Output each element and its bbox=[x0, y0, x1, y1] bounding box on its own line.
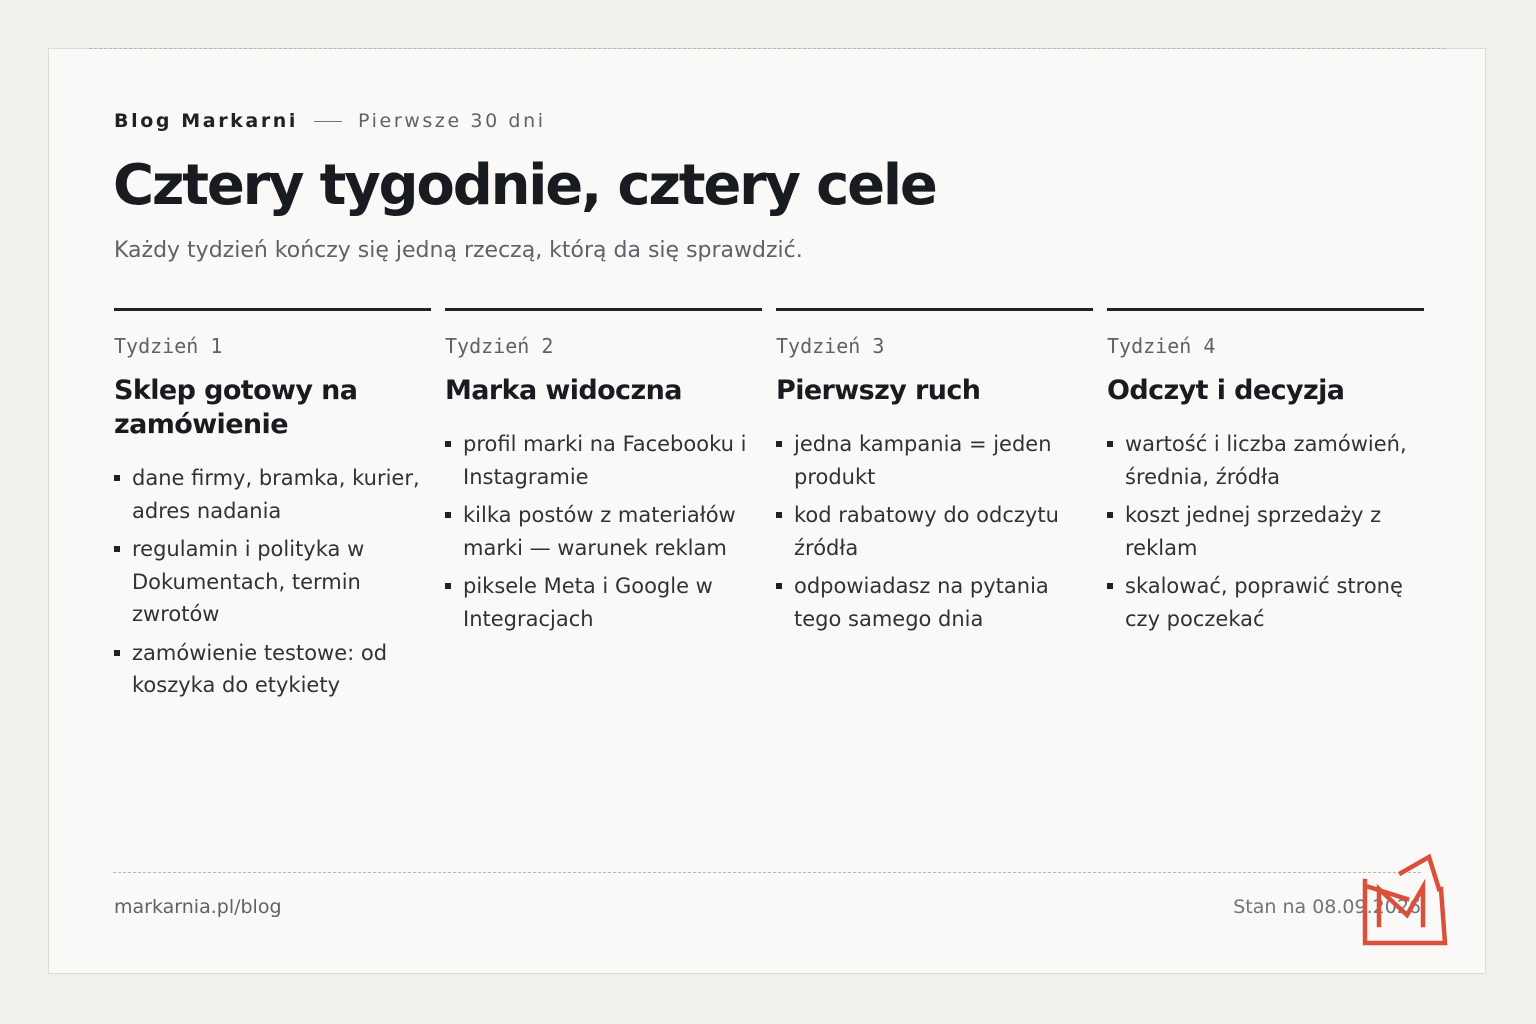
list-item: profil marki na Facebooku i Instagramie bbox=[445, 428, 762, 493]
list-item-text: piksele Meta i Google w Integracjach bbox=[463, 574, 713, 631]
list-item-text: regulamin i polityka w Dokumentach, term… bbox=[132, 537, 365, 626]
bullet-icon bbox=[114, 546, 120, 552]
bullet-icon bbox=[1107, 441, 1113, 447]
page-title: Cztery tygodnie, cztery cele bbox=[113, 153, 938, 218]
list-item: piksele Meta i Google w Integracjach bbox=[445, 570, 762, 635]
footer-divider bbox=[113, 872, 1421, 873]
week-title: Sklep gotowy na zamówienie bbox=[114, 375, 358, 440]
bullet-icon bbox=[776, 441, 782, 447]
list-item-text: koszt jednej sprzedaży z reklam bbox=[1125, 503, 1382, 560]
eyebrow: Blog Markarni Pierwsze 30 dni bbox=[114, 109, 546, 133]
list-item-text: odpowiadasz na pytania tego samego dnia bbox=[794, 574, 1049, 631]
list-item-text: skalować, poprawić stronę czy poczekać bbox=[1125, 574, 1403, 631]
bullet-icon bbox=[114, 649, 120, 656]
week-checklist: profil marki na Facebooku i Instagramie … bbox=[445, 428, 762, 635]
bullet-icon bbox=[445, 441, 451, 447]
list-item: zamówienie testowe: od koszyka do etykie… bbox=[114, 637, 431, 702]
list-item-text: zamówienie testowe: od koszyka do etykie… bbox=[132, 640, 388, 698]
list-item: wartość i liczba zamówień, średnia, źród… bbox=[1107, 428, 1424, 493]
week-title: Marka widoczna bbox=[445, 375, 682, 406]
week-checklist: dane firmy, bramka, kurier, adres nadani… bbox=[114, 462, 431, 702]
top-divider bbox=[89, 48, 1445, 49]
footer-link[interactable]: markarnia.pl/blog bbox=[114, 895, 282, 919]
markarnia-m-logo-icon bbox=[1362, 853, 1448, 946]
list-item: skalować, poprawić stronę czy poczekać bbox=[1107, 570, 1424, 635]
week-column-1: Tydzień 1 Sklep gotowy na zamówienie dan… bbox=[114, 308, 431, 708]
list-item: dane firmy, bramka, kurier, adres nadani… bbox=[114, 462, 431, 527]
list-item-text: profil marki na Facebooku i Instagramie bbox=[463, 432, 747, 489]
list-item: koszt jednej sprzedaży z reklam bbox=[1107, 499, 1424, 564]
bullet-icon bbox=[776, 512, 782, 518]
list-item: jedna kampania = jeden produkt bbox=[776, 428, 1093, 493]
week-label: Tydzień 1 bbox=[114, 334, 223, 358]
list-item: regulamin i polityka w Dokumentach, term… bbox=[114, 533, 431, 631]
bullet-icon bbox=[445, 583, 451, 589]
series-label: Pierwsze 30 dni bbox=[358, 110, 546, 132]
bullet-icon bbox=[1107, 512, 1113, 518]
list-item: kod rabatowy do odczytu źródła bbox=[776, 499, 1093, 564]
list-item-text: jedna kampania = jeden produkt bbox=[794, 432, 1052, 489]
week-checklist: wartość i liczba zamówień, średnia, źród… bbox=[1107, 428, 1424, 635]
list-item: odpowiadasz na pytania tego samego dnia bbox=[776, 570, 1093, 635]
list-item-text: kilka postów z materiałów marki — warune… bbox=[463, 503, 736, 560]
week-column-3: Tydzień 3 Pierwszy ruch jedna kampania =… bbox=[776, 308, 1093, 641]
list-item-text: wartość i liczba zamówień, średnia, źród… bbox=[1125, 432, 1407, 489]
week-checklist: jedna kampania = jeden produkt kod rabat… bbox=[776, 428, 1093, 635]
bullet-icon bbox=[445, 512, 451, 518]
bullet-icon bbox=[776, 583, 782, 589]
week-label: Tydzień 2 bbox=[445, 334, 554, 358]
list-item-text: kod rabatowy do odczytu źródła bbox=[794, 503, 1059, 560]
week-column-4: Tydzień 4 Odczyt i decyzja wartość i lic… bbox=[1107, 308, 1424, 641]
week-title: Odczyt i decyzja bbox=[1107, 375, 1345, 406]
article-card: Blog Markarni Pierwsze 30 dni Cztery tyg… bbox=[48, 48, 1486, 974]
week-label: Tydzień 4 bbox=[1107, 334, 1216, 358]
list-item-text: dane firmy, bramka, kurier, adres nadani… bbox=[132, 466, 420, 523]
list-item: kilka postów z materiałów marki — warune… bbox=[445, 499, 762, 564]
blog-brand: Blog Markarni bbox=[114, 110, 299, 132]
week-column-2: Tydzień 2 Marka widoczna profil marki na… bbox=[445, 308, 762, 641]
eyebrow-divider bbox=[314, 120, 343, 122]
bullet-icon bbox=[1107, 583, 1113, 589]
page-subtitle: Każdy tydzień kończy się jedną rzeczą, k… bbox=[114, 238, 803, 263]
bullet-icon bbox=[114, 475, 120, 481]
week-title: Pierwszy ruch bbox=[776, 375, 981, 406]
week-label: Tydzień 3 bbox=[776, 334, 885, 358]
